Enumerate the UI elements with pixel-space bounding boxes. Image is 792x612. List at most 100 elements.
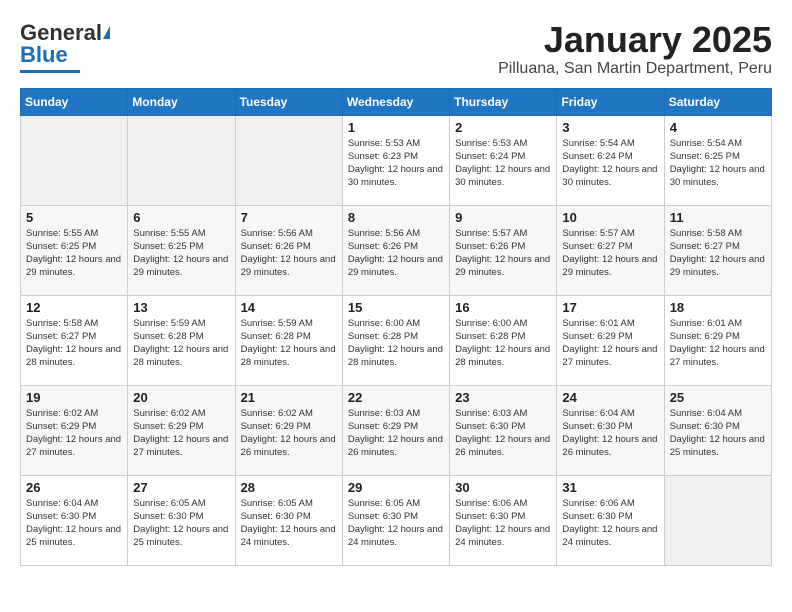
day-cell: 5Sunrise: 5:55 AMSunset: 6:25 PMDaylight…: [21, 205, 128, 295]
header-cell-tuesday: Tuesday: [235, 88, 342, 115]
day-info: Sunrise: 6:02 AMSunset: 6:29 PMDaylight:…: [241, 407, 337, 460]
day-cell: 2 Sunrise: 5:53 AMSunset: 6:24 PMDaylight…: [450, 115, 557, 205]
day-cell: 31 Sunrise: 6:06 AMSunset: 6:30 PMDayligh…: [557, 475, 664, 565]
day-cell: 23 Sunrise: 6:03 AMSunset: 6:30 PMDayligh…: [450, 385, 557, 475]
day-cell: 15Sunrise: 6:00 AMSunset: 6:28 PMDayligh…: [342, 295, 449, 385]
day-info: Sunrise: 6:06 AMSunset: 6:30 PMDaylight:…: [455, 497, 551, 550]
header-cell-thursday: Thursday: [450, 88, 557, 115]
day-number: 24: [562, 390, 658, 405]
day-info: Sunrise: 5:53 AMSunset: 6:23 PMDaylight:…: [348, 137, 444, 190]
day-cell: [235, 115, 342, 205]
day-cell: 12 Sunrise: 5:58 AMSunset: 6:27 PMDayligh…: [21, 295, 128, 385]
day-number: 15: [348, 300, 444, 315]
day-number: 13: [133, 300, 229, 315]
day-cell: [21, 115, 128, 205]
day-info: Sunrise: 6:02 AMSunset: 6:29 PMDaylight:…: [133, 407, 229, 460]
header-row: SundayMondayTuesdayWednesdayThursdayFrid…: [21, 88, 772, 115]
day-info: Sunrise: 5:58 AMSunset: 6:27 PMDaylight:…: [670, 227, 766, 280]
day-info: Sunrise: 5:53 AMSunset: 6:24 PMDaylight:…: [455, 137, 551, 190]
day-cell: 9Sunrise: 5:57 AMSunset: 6:26 PMDaylight…: [450, 205, 557, 295]
day-number: 29: [348, 480, 444, 495]
day-cell: 1 Sunrise: 5:53 AMSunset: 6:23 PMDaylight…: [342, 115, 449, 205]
day-number: 11: [670, 210, 766, 225]
day-info: Sunrise: 5:55 AMSunset: 6:25 PMDaylight:…: [26, 227, 122, 280]
day-number: 14: [241, 300, 337, 315]
day-number: 10: [562, 210, 658, 225]
day-info: Sunrise: 6:04 AMSunset: 6:30 PMDaylight:…: [562, 407, 658, 460]
day-number: 2: [455, 120, 551, 135]
day-cell: 27Sunrise: 6:05 AMSunset: 6:30 PMDayligh…: [128, 475, 235, 565]
day-number: 9: [455, 210, 551, 225]
day-number: 4: [670, 120, 766, 135]
day-number: 21: [241, 390, 337, 405]
day-info: Sunrise: 6:06 AMSunset: 6:30 PMDaylight:…: [562, 497, 658, 550]
day-number: 30: [455, 480, 551, 495]
day-cell: [664, 475, 771, 565]
day-cell: 28 Sunrise: 6:05 AMSunset: 6:30 PMDayligh…: [235, 475, 342, 565]
day-number: 28: [241, 480, 337, 495]
header-cell-saturday: Saturday: [664, 88, 771, 115]
day-info: Sunrise: 5:56 AMSunset: 6:26 PMDaylight:…: [348, 227, 444, 280]
day-cell: 25Sunrise: 6:04 AMSunset: 6:30 PMDayligh…: [664, 385, 771, 475]
day-info: Sunrise: 6:00 AMSunset: 6:28 PMDaylight:…: [455, 317, 551, 370]
day-cell: 10 Sunrise: 5:57 AMSunset: 6:27 PMDayligh…: [557, 205, 664, 295]
day-cell: [128, 115, 235, 205]
week-row-5: 26 Sunrise: 6:04 AMSunset: 6:30 PMDayligh…: [21, 475, 772, 565]
day-cell: 14 Sunrise: 5:59 AMSunset: 6:28 PMDayligh…: [235, 295, 342, 385]
day-info: Sunrise: 6:05 AMSunset: 6:30 PMDaylight:…: [133, 497, 229, 550]
week-row-1: 1 Sunrise: 5:53 AMSunset: 6:23 PMDaylight…: [21, 115, 772, 205]
day-info: Sunrise: 5:57 AMSunset: 6:27 PMDaylight:…: [562, 227, 658, 280]
day-number: 18: [670, 300, 766, 315]
day-cell: 24 Sunrise: 6:04 AMSunset: 6:30 PMDayligh…: [557, 385, 664, 475]
day-cell: 4 Sunrise: 5:54 AMSunset: 6:25 PMDaylight…: [664, 115, 771, 205]
calendar-table: SundayMondayTuesdayWednesdayThursdayFrid…: [20, 88, 772, 566]
day-info: Sunrise: 6:04 AMSunset: 6:30 PMDaylight:…: [26, 497, 122, 550]
page-subtitle: Pilluana, San Martin Department, Peru: [498, 60, 772, 78]
day-cell: 19 Sunrise: 6:02 AMSunset: 6:29 PMDayligh…: [21, 385, 128, 475]
day-number: 8: [348, 210, 444, 225]
day-number: 19: [26, 390, 122, 405]
day-info: Sunrise: 5:54 AMSunset: 6:24 PMDaylight:…: [562, 137, 658, 190]
week-row-2: 5Sunrise: 5:55 AMSunset: 6:25 PMDaylight…: [21, 205, 772, 295]
day-number: 16: [455, 300, 551, 315]
day-info: Sunrise: 6:04 AMSunset: 6:30 PMDaylight:…: [670, 407, 766, 460]
day-info: Sunrise: 6:05 AMSunset: 6:30 PMDaylight:…: [348, 497, 444, 550]
day-cell: 26 Sunrise: 6:04 AMSunset: 6:30 PMDayligh…: [21, 475, 128, 565]
day-info: Sunrise: 6:03 AMSunset: 6:30 PMDaylight:…: [455, 407, 551, 460]
header-cell-monday: Monday: [128, 88, 235, 115]
day-number: 12: [26, 300, 122, 315]
day-cell: 16 Sunrise: 6:00 AMSunset: 6:28 PMDayligh…: [450, 295, 557, 385]
day-info: Sunrise: 5:58 AMSunset: 6:27 PMDaylight:…: [26, 317, 122, 370]
day-number: 26: [26, 480, 122, 495]
day-cell: 20 Sunrise: 6:02 AMSunset: 6:29 PMDayligh…: [128, 385, 235, 475]
header-cell-wednesday: Wednesday: [342, 88, 449, 115]
day-number: 20: [133, 390, 229, 405]
day-info: Sunrise: 5:54 AMSunset: 6:25 PMDaylight:…: [670, 137, 766, 190]
day-number: 7: [241, 210, 337, 225]
day-number: 1: [348, 120, 444, 135]
day-info: Sunrise: 6:01 AMSunset: 6:29 PMDaylight:…: [670, 317, 766, 370]
day-cell: 8 Sunrise: 5:56 AMSunset: 6:26 PMDaylight…: [342, 205, 449, 295]
day-cell: 3 Sunrise: 5:54 AMSunset: 6:24 PMDaylight…: [557, 115, 664, 205]
day-cell: 30 Sunrise: 6:06 AMSunset: 6:30 PMDayligh…: [450, 475, 557, 565]
header-cell-sunday: Sunday: [21, 88, 128, 115]
day-info: Sunrise: 5:59 AMSunset: 6:28 PMDaylight:…: [241, 317, 337, 370]
day-info: Sunrise: 6:01 AMSunset: 6:29 PMDaylight:…: [562, 317, 658, 370]
page-header: General Blue January 2025 Pilluana, San …: [20, 20, 772, 78]
day-info: Sunrise: 6:02 AMSunset: 6:29 PMDaylight:…: [26, 407, 122, 460]
day-cell: 7 Sunrise: 5:56 AMSunset: 6:26 PMDaylight…: [235, 205, 342, 295]
day-info: Sunrise: 6:03 AMSunset: 6:29 PMDaylight:…: [348, 407, 444, 460]
header-cell-friday: Friday: [557, 88, 664, 115]
page-title: January 2025: [498, 20, 772, 60]
day-number: 23: [455, 390, 551, 405]
day-info: Sunrise: 5:55 AMSunset: 6:25 PMDaylight:…: [133, 227, 229, 280]
logo: General Blue: [20, 20, 110, 73]
logo-blue: Blue: [20, 42, 68, 68]
day-info: Sunrise: 6:05 AMSunset: 6:30 PMDaylight:…: [241, 497, 337, 550]
day-number: 31: [562, 480, 658, 495]
logo-triangle-icon: [103, 26, 110, 39]
day-info: Sunrise: 5:56 AMSunset: 6:26 PMDaylight:…: [241, 227, 337, 280]
day-number: 3: [562, 120, 658, 135]
logo-underline: [20, 70, 80, 73]
day-cell: 21 Sunrise: 6:02 AMSunset: 6:29 PMDayligh…: [235, 385, 342, 475]
